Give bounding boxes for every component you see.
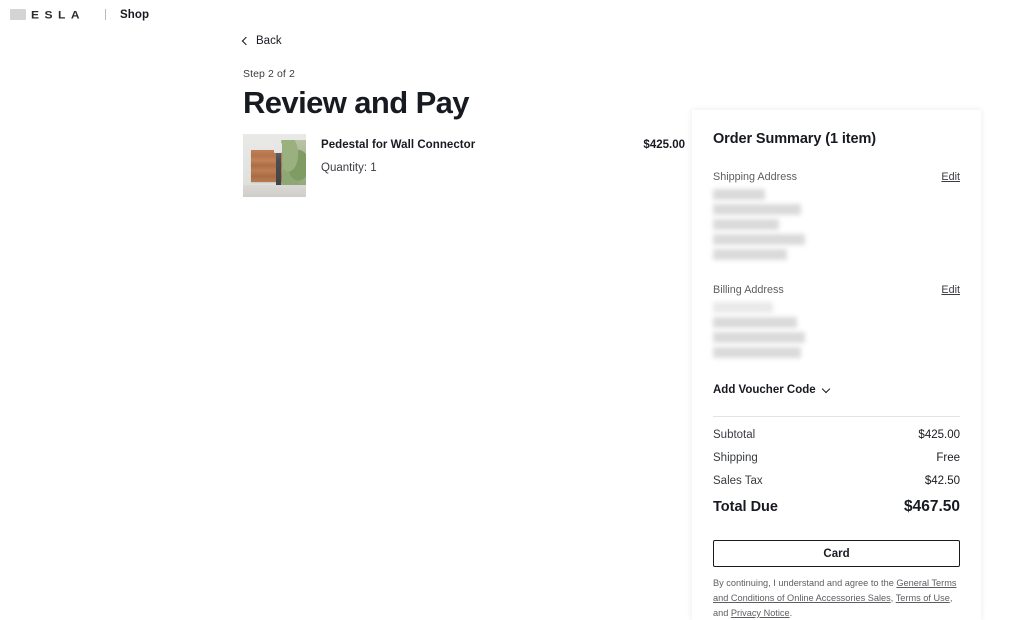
grand-total-value: $467.50 xyxy=(903,498,960,515)
total-row-value: $425.00 xyxy=(918,429,960,441)
voucher-row: Add Voucher Code xyxy=(713,380,960,398)
totals-list: Subtotal $425.00 Shipping Free Sales Tax… xyxy=(713,429,960,516)
line-item-quantity: Quantity: 1 xyxy=(321,162,377,174)
billing-address-label: Billing Address xyxy=(713,284,784,296)
thumb-ground xyxy=(243,185,306,197)
back-button[interactable]: Back xyxy=(241,34,282,48)
billing-address-value-redacted xyxy=(713,302,960,358)
total-row-label: Subtotal xyxy=(713,429,756,441)
redacted-line xyxy=(713,332,805,343)
grand-total-label: Total Due xyxy=(713,499,778,515)
product-thumbnail[interactable] xyxy=(243,134,306,197)
line-item-price: $425.00 xyxy=(643,139,685,151)
total-row-value: Free xyxy=(936,452,960,464)
shipping-address-block: Shipping Address Edit xyxy=(713,171,960,260)
legal-link-terms-of-use[interactable]: Terms of Use xyxy=(896,593,950,603)
edit-billing-address-button[interactable]: Edit xyxy=(941,284,960,296)
total-row: Shipping Free xyxy=(713,452,960,464)
redacted-line xyxy=(713,219,779,230)
chevron-down-icon xyxy=(821,384,830,393)
total-row-value: $42.50 xyxy=(924,475,960,487)
header-divider xyxy=(105,9,107,20)
redacted-line xyxy=(713,302,773,313)
legal-intro: By continuing, I understand and agree to… xyxy=(713,578,897,588)
brand-letters: ESLA xyxy=(31,8,86,21)
payment-method-card-button[interactable]: Card xyxy=(713,540,960,567)
redacted-line xyxy=(713,234,805,245)
checkout-main: Back Step 2 of 2 Review and Pay Pedestal… xyxy=(241,31,685,197)
billing-address-block: Billing Address Edit xyxy=(713,284,960,358)
site-header: ESLA Shop xyxy=(0,0,1024,29)
redacted-line xyxy=(713,317,797,328)
redacted-line xyxy=(713,249,787,260)
total-row-label: Sales Tax xyxy=(713,475,763,487)
thumb-greenery xyxy=(281,140,306,186)
back-button-label: Back xyxy=(256,34,282,47)
redacted-line xyxy=(713,204,801,215)
line-item-info: Pedestal for Wall Connector Quantity: 1 xyxy=(321,134,605,174)
page-title: Review and Pay xyxy=(243,85,470,120)
summary-divider xyxy=(713,416,960,417)
legal-end: . xyxy=(789,607,793,618)
chevron-left-icon xyxy=(241,36,251,46)
edit-shipping-address-button[interactable]: Edit xyxy=(941,171,960,183)
add-voucher-code-toggle[interactable]: Add Voucher Code xyxy=(713,384,830,396)
total-row: Subtotal $425.00 xyxy=(713,429,960,441)
add-voucher-code-label: Add Voucher Code xyxy=(713,384,816,396)
checkout-page: ESLA Shop Back Step 2 of 2 Review and Pa… xyxy=(0,0,1024,620)
order-line-item: Pedestal for Wall Connector Quantity: 1 xyxy=(243,134,605,197)
redacted-line xyxy=(713,347,801,358)
redacted-block-icon xyxy=(10,9,26,20)
step-indicator: Step 2 of 2 xyxy=(243,68,295,80)
redacted-line xyxy=(713,189,765,200)
total-row-label: Shipping xyxy=(713,452,758,464)
shipping-address-label: Shipping Address xyxy=(713,171,798,183)
nav-link-shop[interactable]: Shop xyxy=(120,9,149,21)
shipping-address-value-redacted xyxy=(713,189,960,260)
line-item-name: Pedestal for Wall Connector xyxy=(321,139,476,151)
legal-disclaimer: By continuing, I understand and agree to… xyxy=(713,576,960,620)
tesla-logo[interactable]: ESLA xyxy=(10,9,85,21)
order-summary-panel: Order Summary (1 item) Shipping Address … xyxy=(692,110,981,620)
legal-link-privacy-notice[interactable]: Privacy Notice xyxy=(731,608,790,618)
order-summary-title: Order Summary (1 item) xyxy=(713,131,876,147)
grand-total-row: Total Due $467.50 xyxy=(713,498,960,516)
thumb-wall-connector xyxy=(274,143,282,153)
total-row: Sales Tax $42.50 xyxy=(713,475,960,487)
